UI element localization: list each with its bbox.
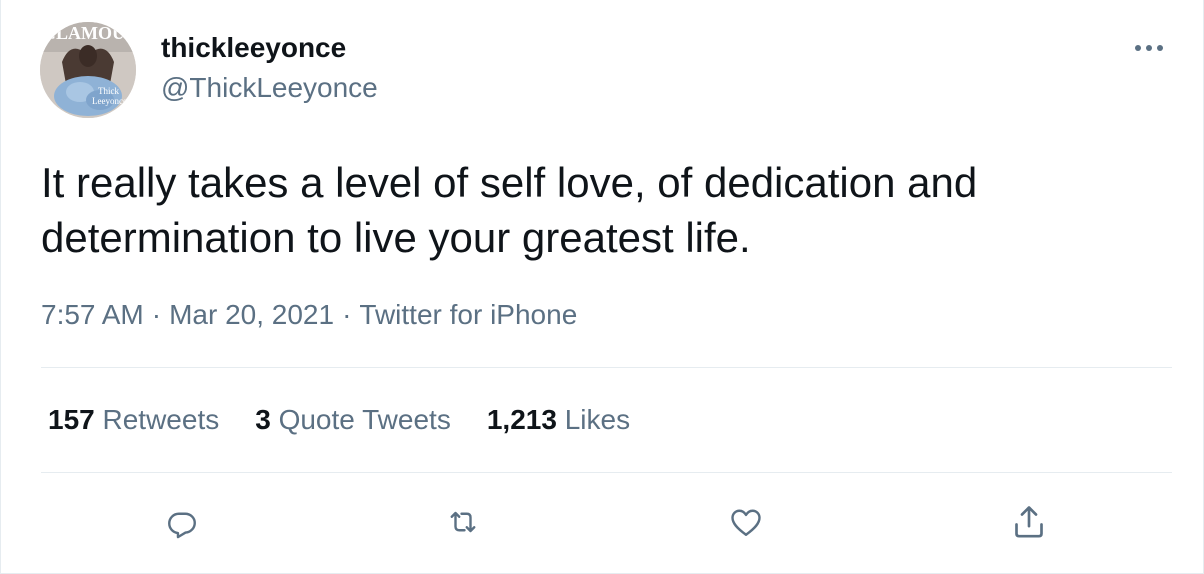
likes-label: Likes <box>564 404 631 435</box>
display-name[interactable]: thickleeyonce <box>161 32 346 64</box>
retweets-label: Retweets <box>102 404 220 435</box>
tweet-text-line: determination to live your greatest life… <box>41 214 751 261</box>
divider <box>41 367 1172 368</box>
retweets-count: 157 <box>48 404 95 435</box>
svg-text:Thick: Thick <box>98 86 119 96</box>
divider <box>41 472 1172 473</box>
retweet-button[interactable] <box>443 502 483 542</box>
tweet-time[interactable]: 7:57 AM <box>41 299 144 330</box>
reply-button[interactable] <box>162 502 202 542</box>
retweet-icon <box>450 511 476 533</box>
svg-text:GLAMOUR: GLAMOUR <box>42 23 136 43</box>
share-icon <box>1015 506 1043 538</box>
separator: · <box>342 299 352 330</box>
svg-text:Leeyonce: Leeyonce <box>92 96 127 106</box>
reply-icon <box>168 512 196 539</box>
tweet-source[interactable]: Twitter for iPhone <box>359 299 577 330</box>
avatar-image: GLAMOUR Thick Leeyonce <box>40 22 136 118</box>
more-icon <box>1135 45 1163 51</box>
likes-count: 1,213 <box>486 404 557 435</box>
separator: · <box>151 299 162 330</box>
quote-tweets-stat[interactable]: 3 Quote Tweets <box>255 404 451 436</box>
tweet-text: It really takes a level of self love, of… <box>41 155 1151 265</box>
like-button[interactable] <box>726 502 766 542</box>
quote-tweets-count: 3 <box>255 404 271 435</box>
retweets-stat[interactable]: 157 Retweets <box>48 404 219 436</box>
quote-tweets-label: Quote Tweets <box>278 404 451 435</box>
share-button[interactable] <box>1009 502 1049 542</box>
tweet-stats: 157 Retweets 3 Quote Tweets 1,213 Likes <box>48 404 666 436</box>
tweet-meta: 7:57 AM · Mar 20, 2021 · Twitter for iPhone <box>41 299 577 331</box>
heart-icon <box>731 509 761 536</box>
more-options-button[interactable] <box>1129 36 1169 60</box>
tweet-card: GLAMOUR Thick Leeyonce thickleeyonce @Th… <box>0 0 1204 574</box>
tweet-date[interactable]: Mar 20, 2021 <box>169 299 334 330</box>
avatar[interactable]: GLAMOUR Thick Leeyonce <box>40 22 136 118</box>
likes-stat[interactable]: 1,213 Likes <box>487 404 630 436</box>
tweet-text-line: It really takes a level of self love, of… <box>41 159 978 206</box>
user-handle[interactable]: @ThickLeeyonce <box>161 72 378 104</box>
